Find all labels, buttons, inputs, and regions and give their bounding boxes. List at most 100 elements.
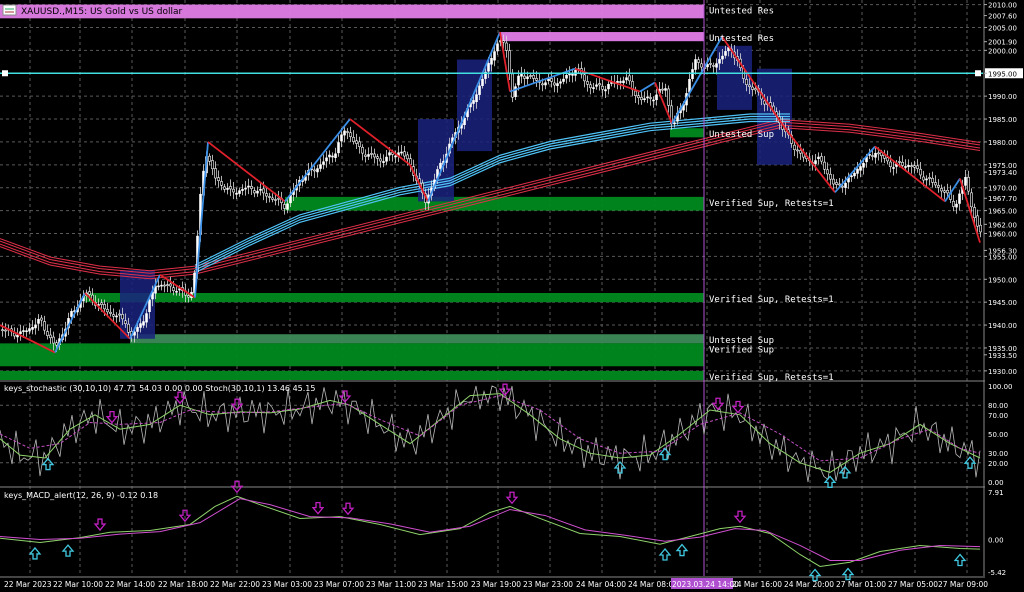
candle-body <box>337 142 340 154</box>
candle-body <box>214 168 217 179</box>
chart-title-bar: XAUUSD.,M15: US Gold vs US dollar <box>2 4 182 17</box>
candle-body <box>817 156 820 159</box>
price-label: 2007.60 <box>988 13 1017 21</box>
candle-body <box>694 59 697 70</box>
price-label: 2001.90 <box>988 39 1017 47</box>
time-label: 22 Mar 10:00 <box>53 580 103 589</box>
candle-body <box>952 200 955 207</box>
candle-body <box>481 78 484 86</box>
candle-body <box>589 84 592 89</box>
candle-body <box>700 63 703 68</box>
candle-body <box>121 314 124 320</box>
candle-body <box>943 190 946 193</box>
price-label: 1965.00 <box>988 208 1017 216</box>
candle-body <box>226 188 229 190</box>
candle-body <box>856 168 859 174</box>
zone-label: Verified Sup, Retests=1 <box>709 373 834 383</box>
sr-zone <box>85 293 704 303</box>
candle-body <box>820 156 823 162</box>
candle-body <box>523 75 526 79</box>
candle-body <box>643 98 646 100</box>
candle-body <box>349 132 352 137</box>
time-label: 24 Mar 20:00 <box>784 580 834 589</box>
candle-body <box>904 166 907 168</box>
candle-body <box>859 166 862 171</box>
candle-body <box>796 149 799 152</box>
candle-body <box>892 167 895 169</box>
candle-body <box>505 42 508 51</box>
candle-body <box>664 88 667 91</box>
candle-body <box>28 328 31 332</box>
candle-body <box>877 152 880 155</box>
candle-body <box>724 51 727 56</box>
price-label: 1990.00 <box>988 93 1017 101</box>
stoch-level-label: 20.00 <box>988 460 1008 468</box>
price-axis[interactable]: 2010.00 2007.60 2005.00 2001.902000.00 1995.… <box>984 0 1024 592</box>
candle-body <box>115 315 118 318</box>
candle-body <box>19 331 22 334</box>
candle-body <box>508 50 511 74</box>
candle-body <box>382 161 385 163</box>
stoch-level-label: 30.00 <box>988 450 1008 458</box>
price-label: 1955.00 <box>988 253 1017 261</box>
time-axis[interactable]: 22 Mar 2023 22 Mar 10:00 22 Mar 14:00 22 Ma… <box>4 578 988 589</box>
candle-body <box>871 155 874 157</box>
candle-body <box>541 83 544 86</box>
candle-body <box>814 160 817 164</box>
candle-body <box>235 192 238 195</box>
price-label: 1940.00 <box>988 322 1017 330</box>
candle-body <box>220 181 223 186</box>
candle-body <box>253 190 256 194</box>
candle-body <box>169 283 172 287</box>
candle-body <box>919 168 922 176</box>
candle-body <box>976 215 979 227</box>
candle-body <box>532 75 535 79</box>
time-label: 27 Mar 09:00 <box>938 580 988 589</box>
candle-body <box>550 78 553 82</box>
candle-body <box>592 87 595 89</box>
price-label: 1985.00 <box>988 116 1017 124</box>
price-label: 1933.50 <box>988 352 1017 360</box>
zone-label: Verified Sup, Retests=1 <box>709 295 834 305</box>
candle-body <box>652 99 655 102</box>
candle-body <box>373 153 376 158</box>
time-label: 22 Mar 14:00 <box>105 580 155 589</box>
stoch-level-label: 80.00 <box>988 402 1008 410</box>
candle-body <box>139 323 142 328</box>
candle-body <box>829 173 832 180</box>
macd-level-label: 0.00 <box>988 536 1004 544</box>
candle-body <box>172 287 175 291</box>
price-label: 2010.00 <box>988 2 1017 10</box>
candle-body <box>247 185 250 188</box>
candle-body <box>598 83 601 86</box>
candle-body <box>232 188 235 193</box>
price-label: 1962.00 <box>988 221 1017 229</box>
candle-body <box>979 224 982 233</box>
candle-body <box>439 162 442 169</box>
candle-body <box>256 190 259 194</box>
candle-body <box>160 284 163 287</box>
candle-body <box>601 85 604 90</box>
candle-body <box>511 73 514 98</box>
candle-body <box>913 165 916 168</box>
candle-body <box>145 313 148 323</box>
candle-body <box>619 81 622 83</box>
price-label: 1980.00 <box>988 139 1017 147</box>
stoch-level-label: 100.00 <box>988 383 1013 391</box>
candle-body <box>388 152 391 156</box>
zone-label: Untested Res <box>709 7 774 17</box>
candle-body <box>667 88 670 106</box>
candle-body <box>544 82 547 86</box>
candle-body <box>616 81 619 83</box>
candle-body <box>517 75 520 86</box>
price-label: 1995.00 <box>988 70 1017 78</box>
candle-body <box>751 86 754 90</box>
time-label: 2023.03.24 14:00 <box>672 580 739 589</box>
candle-body <box>607 84 610 90</box>
candle-body <box>244 187 247 190</box>
hline-anchor-left <box>2 70 8 77</box>
trading-chart[interactable]: Untested Res Untested Res Untested Sup Veri… <box>0 0 1024 592</box>
sr-zone <box>0 343 704 367</box>
candle-body <box>49 334 52 339</box>
price-label: 1945.00 <box>988 299 1017 307</box>
